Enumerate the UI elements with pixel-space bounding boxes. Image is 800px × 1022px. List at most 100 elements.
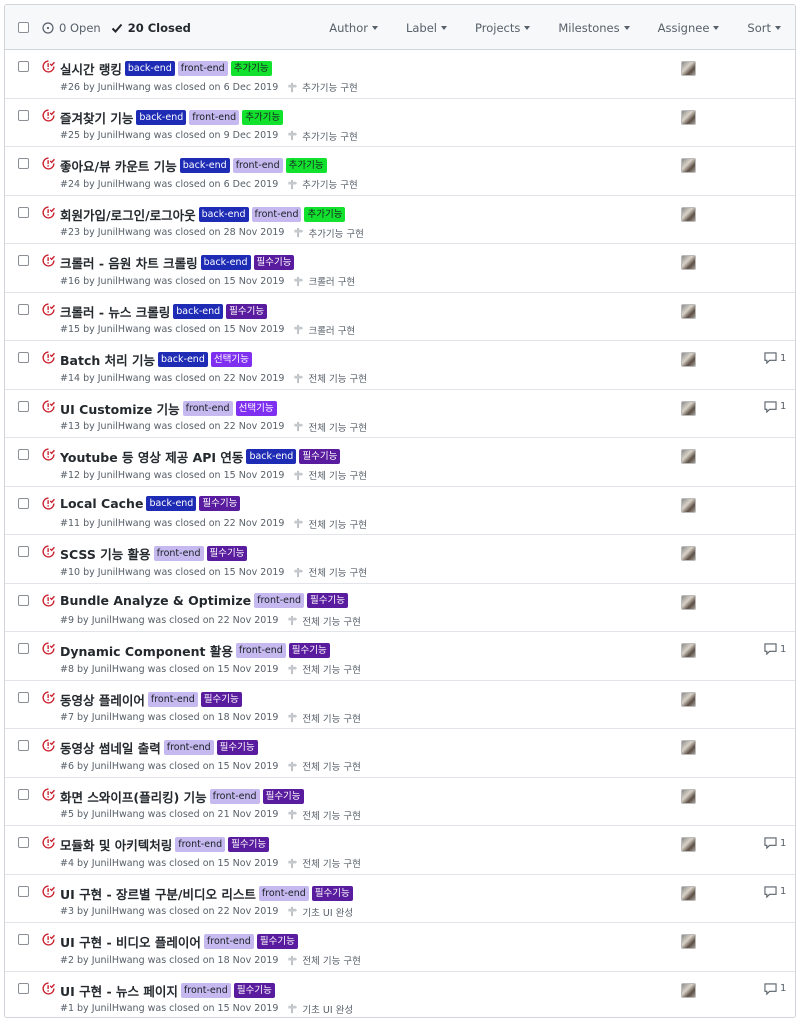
issue-title-link[interactable]: 화면 스와이프(플리킹) 기능 (60, 787, 207, 806)
issue-label[interactable]: 필수기능 (311, 885, 353, 901)
comments-link[interactable]: 1 (764, 885, 786, 898)
issue-title-link[interactable]: 크롤러 - 뉴스 크롤링 (60, 302, 170, 321)
issue-label[interactable]: 추가기능 (304, 206, 346, 222)
label-filter[interactable]: Label (406, 21, 447, 35)
issue-title-link[interactable]: UI 구현 - 장르별 구분/비디오 리스트 (60, 884, 256, 903)
issue-label[interactable]: front-end (163, 740, 214, 755)
issue-label[interactable]: 선택기능 (235, 400, 277, 416)
issue-label[interactable]: 필수기능 (216, 740, 258, 755)
milestone-link[interactable]: 전체 기능 구현 (287, 856, 361, 870)
issue-checkbox[interactable] (18, 788, 29, 800)
comments-link[interactable]: 1 (764, 643, 786, 655)
assignee-avatar[interactable] (681, 934, 696, 949)
issue-title-link[interactable]: 즐겨찾기 기능 (60, 108, 133, 127)
author-filter[interactable]: Author (329, 21, 378, 35)
select-all-checkbox[interactable] (18, 22, 29, 33)
issue-checkbox[interactable] (18, 255, 29, 266)
issue-label[interactable]: back-end (246, 449, 297, 464)
issue-checkbox[interactable] (18, 449, 29, 460)
issue-checkbox[interactable] (18, 497, 29, 509)
issue-title-link[interactable]: 좋아요/뷰 카운트 기능 (60, 156, 177, 175)
issue-label[interactable]: 필수기능 (307, 592, 348, 608)
milestone-link[interactable]: 크롤러 구현 (293, 323, 355, 337)
issue-checkbox[interactable] (18, 934, 29, 945)
assignee-avatar[interactable] (681, 740, 696, 755)
assignee-avatar[interactable] (681, 885, 696, 901)
milestone-link[interactable]: 전체 기능 구현 (293, 468, 367, 482)
issue-label[interactable]: front-end (180, 982, 231, 998)
issue-label[interactable]: front-end (203, 934, 254, 949)
issue-label[interactable]: front-end (189, 109, 240, 125)
issue-label[interactable]: 추가기능 (285, 158, 327, 173)
issue-label[interactable]: back-end (198, 206, 249, 222)
milestone-link[interactable]: 전체 기능 구현 (287, 711, 361, 725)
issue-label[interactable]: 필수기능 (228, 837, 270, 852)
issue-title-link[interactable]: 실시간 랭킹 (60, 59, 122, 78)
issue-label[interactable]: 필수기능 (226, 303, 268, 319)
issue-checkbox[interactable] (18, 691, 29, 703)
assignee-avatar[interactable] (681, 255, 696, 270)
assignee-avatar[interactable] (681, 303, 696, 319)
issue-title-link[interactable]: SCSS 기능 활용 (60, 544, 151, 563)
milestone-link[interactable]: 전체 기능 구현 (293, 420, 367, 434)
assignee-avatar[interactable] (681, 400, 696, 416)
issue-title-link[interactable]: Bundle Analyze & Optimize (60, 593, 251, 608)
assignee-avatar[interactable] (681, 546, 696, 561)
issue-label[interactable]: 필수기능 (199, 495, 241, 511)
issue-label[interactable]: 필수기능 (200, 691, 242, 707)
assignee-avatar[interactable] (681, 643, 696, 658)
issue-label[interactable]: back-end (179, 158, 230, 173)
assignee-avatar[interactable] (681, 497, 696, 513)
issue-label[interactable]: front-end (258, 885, 309, 901)
issue-label[interactable]: front-end (182, 400, 233, 416)
sort-filter[interactable]: Sort (747, 21, 781, 35)
issue-checkbox[interactable] (18, 740, 29, 751)
issue-title-link[interactable]: Youtube 등 영상 제공 API 연동 (60, 447, 243, 466)
milestone-link[interactable]: 전체 기능 구현 (287, 953, 361, 967)
issue-checkbox[interactable] (18, 400, 29, 412)
milestone-link[interactable]: 전체 기능 구현 (293, 565, 367, 579)
issue-checkbox[interactable] (18, 109, 29, 121)
issue-label[interactable]: front-end (147, 691, 198, 707)
issue-checkbox[interactable] (18, 61, 29, 72)
issue-label[interactable]: front-end (177, 61, 228, 76)
issue-label[interactable]: 필수기능 (288, 643, 330, 658)
issue-title-link[interactable]: 모듈화 및 아키텍처링 (60, 835, 172, 854)
assignee-avatar[interactable] (681, 449, 696, 464)
milestone-link[interactable]: 추가기능 구현 (287, 177, 358, 191)
issue-label[interactable]: back-end (124, 61, 175, 76)
issue-title-link[interactable]: UI 구현 - 비디오 플레이어 (60, 932, 201, 951)
issue-label[interactable]: front-end (175, 837, 226, 852)
closed-issues-link[interactable]: 20 Closed (111, 21, 191, 35)
issue-label[interactable]: 필수기능 (262, 788, 304, 804)
projects-filter[interactable]: Projects (475, 21, 531, 35)
assignee-avatar[interactable] (681, 61, 696, 76)
issue-checkbox[interactable] (18, 206, 29, 218)
issue-checkbox[interactable] (18, 158, 29, 169)
issue-checkbox[interactable] (18, 643, 29, 654)
issue-label[interactable]: front-end (153, 546, 204, 561)
assignee-avatar[interactable] (681, 788, 696, 804)
assignee-avatar[interactable] (681, 594, 696, 610)
issue-title-link[interactable]: 동영상 썸네일 출력 (60, 738, 161, 757)
issue-label[interactable]: 필수기능 (206, 546, 248, 561)
issue-title-link[interactable]: Local Cache (60, 496, 143, 511)
issue-label[interactable]: back-end (157, 352, 208, 367)
issue-checkbox[interactable] (18, 837, 29, 848)
assignee-filter[interactable]: Assignee (658, 21, 720, 35)
issue-label[interactable]: front-end (235, 643, 286, 658)
assignee-avatar[interactable] (681, 837, 696, 852)
assignee-avatar[interactable] (681, 352, 696, 367)
assignee-avatar[interactable] (681, 982, 696, 998)
issue-label[interactable]: 필수기능 (299, 449, 341, 464)
milestone-link[interactable]: 추가기능 구현 (287, 80, 358, 94)
issue-label[interactable]: back-end (146, 495, 197, 511)
issue-label[interactable]: 선택기능 (210, 352, 252, 367)
assignee-avatar[interactable] (681, 109, 696, 125)
issue-title-link[interactable]: UI 구현 - 뉴스 페이지 (60, 981, 178, 1000)
milestone-link[interactable]: 크롤러 구현 (293, 274, 355, 288)
milestone-link[interactable]: 전체 기능 구현 (293, 517, 367, 531)
issue-label[interactable]: 필수기능 (256, 934, 298, 949)
issue-checkbox[interactable] (18, 546, 29, 557)
assignee-avatar[interactable] (681, 206, 696, 222)
